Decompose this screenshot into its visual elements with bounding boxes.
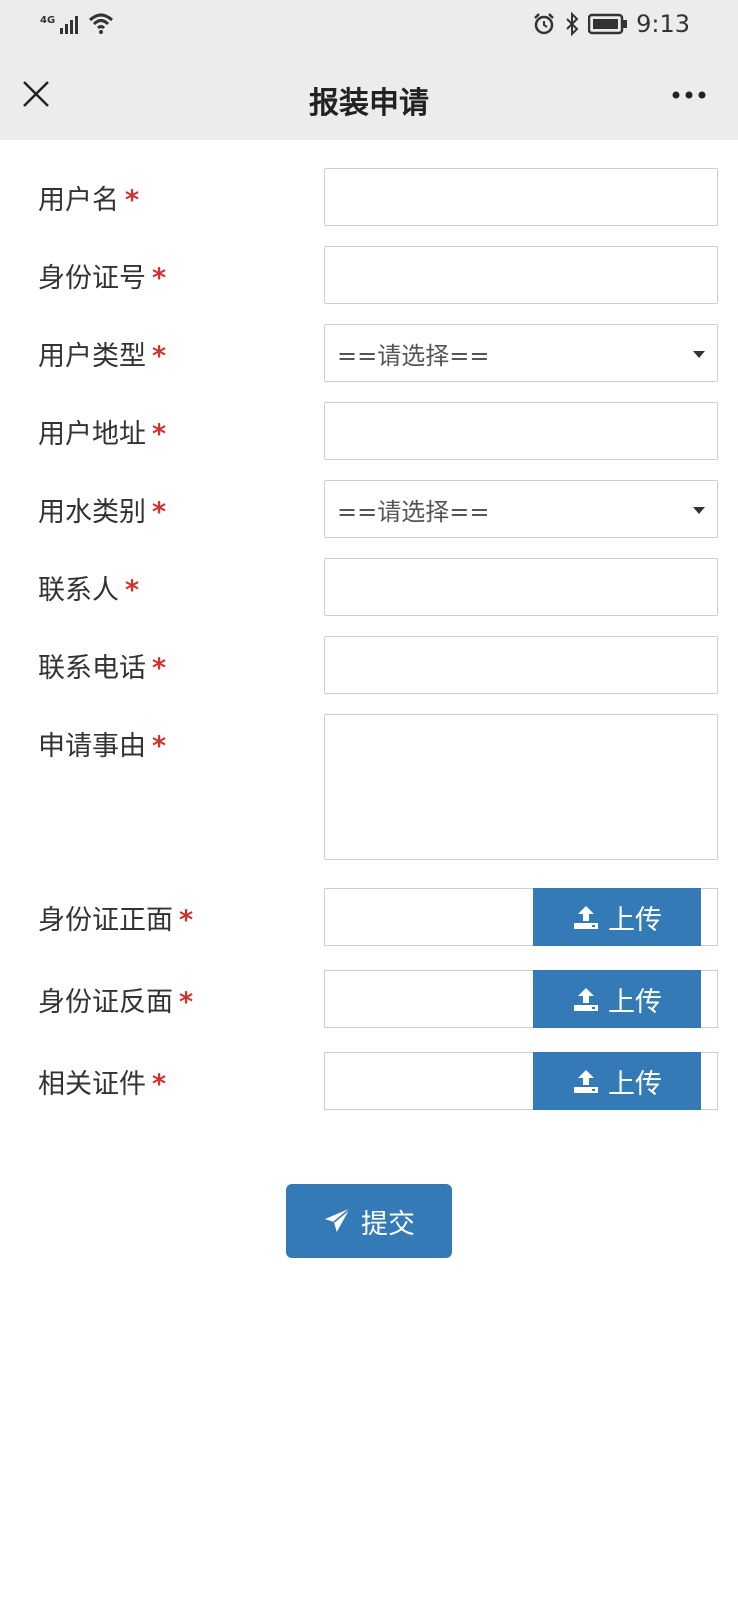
water-category-value: ==请选择==: [337, 497, 490, 526]
submit-label: 提交: [361, 1208, 415, 1240]
documents-label: 相关证件 *: [38, 1069, 167, 1100]
id-front-upload-button[interactable]: 上传: [533, 888, 701, 946]
network-type: 4G: [40, 15, 56, 26]
clock: 9:13: [636, 10, 690, 38]
required-mark: *: [152, 1069, 167, 1100]
id-back-file-field[interactable]: 上传: [324, 970, 718, 1028]
page-title: 报装申请: [309, 86, 429, 121]
caret-down-icon: [693, 507, 705, 514]
water-category-label: 用水类别 *: [38, 497, 167, 528]
documents-upload-button[interactable]: 上传: [533, 1052, 701, 1110]
user-type-select[interactable]: ==请选择==: [324, 324, 718, 382]
wifi-icon: [89, 13, 114, 34]
required-mark: *: [125, 185, 140, 216]
nav-bar: 报装申请: [0, 50, 738, 140]
user-type-value: ==请选择==: [337, 341, 490, 370]
upload-icon: [574, 906, 598, 929]
upload-icon: [574, 988, 598, 1011]
status-bar: 4G 9:13: [0, 0, 738, 50]
username-label: 用户名 *: [38, 185, 140, 216]
bluetooth-icon: [566, 12, 579, 36]
alarm-icon: [534, 13, 554, 35]
id-back-upload-button[interactable]: 上传: [533, 970, 701, 1028]
user-type-label: 用户类型 *: [38, 341, 167, 372]
address-label: 用户地址 *: [38, 419, 167, 450]
submit-button[interactable]: 提交: [286, 1184, 452, 1258]
upload-icon: [574, 1070, 598, 1093]
status-right: 9:13: [532, 10, 690, 38]
contact-label: 联系人 *: [38, 575, 140, 606]
phone-label: 联系电话 *: [38, 653, 167, 684]
required-mark: *: [152, 419, 167, 450]
documents-file-field[interactable]: 上传: [324, 1052, 718, 1110]
water-category-select[interactable]: ==请选择==: [324, 480, 718, 538]
status-left: 4G: [40, 12, 114, 34]
upload-label: 上传: [608, 1068, 662, 1100]
required-mark: *: [152, 653, 167, 684]
battery-icon: [588, 13, 628, 35]
id-number-input[interactable]: [324, 246, 718, 304]
upload-label: 上传: [608, 904, 662, 936]
required-mark: *: [125, 575, 140, 606]
required-mark: *: [179, 987, 194, 1018]
address-input[interactable]: [324, 402, 718, 460]
send-icon: [325, 1207, 352, 1234]
phone-input[interactable]: [324, 636, 718, 694]
required-mark: *: [152, 341, 167, 372]
required-mark: *: [152, 263, 167, 294]
id-back-label: 身份证反面 *: [38, 987, 194, 1018]
upload-label: 上传: [608, 986, 662, 1018]
reason-textarea[interactable]: [324, 714, 718, 860]
contact-input[interactable]: [324, 558, 718, 616]
required-mark: *: [152, 497, 167, 528]
caret-down-icon: [693, 351, 705, 358]
id-front-label: 身份证正面 *: [38, 905, 194, 936]
username-input[interactable]: [324, 168, 718, 226]
more-icon[interactable]: [672, 88, 706, 102]
required-mark: *: [152, 731, 167, 762]
required-mark: *: [179, 905, 194, 936]
id-front-file-field[interactable]: 上传: [324, 888, 718, 946]
signal-icon: [60, 16, 79, 34]
id-number-label: 身份证号 *: [38, 263, 167, 294]
reason-label: 申请事由 *: [38, 731, 167, 762]
